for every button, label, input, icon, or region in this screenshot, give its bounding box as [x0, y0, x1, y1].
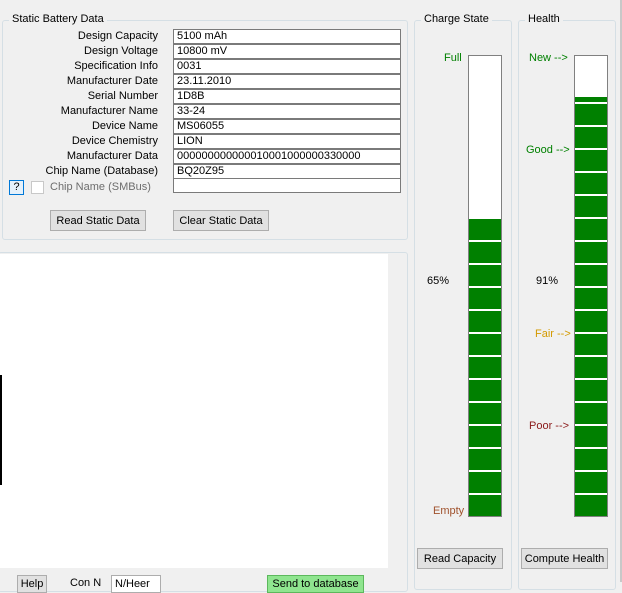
static-data-value: 5100 mAh [173, 29, 401, 44]
read-static-data-button[interactable]: Read Static Data [50, 210, 146, 231]
static-data-value: 000000000000010001000000330000 [173, 149, 401, 164]
static-data-value: 10800 mV [173, 44, 401, 59]
static-battery-data-title: Static Battery Data [9, 13, 107, 25]
send-database-button[interactable]: Send to database [267, 575, 364, 593]
bottom-dropdown[interactable]: N/Heer [111, 575, 161, 593]
charge-gauge-fill [469, 217, 501, 516]
compute-health-button[interactable]: Compute Health [521, 548, 608, 569]
health-new-label: New --> [529, 52, 568, 64]
clear-static-data-button[interactable]: Clear Static Data [173, 210, 269, 231]
static-data-label: Design Voltage [84, 45, 158, 57]
static-data-value: 0031 [173, 59, 401, 74]
log-panel-edge [0, 375, 2, 485]
static-data-label: Manufacturer Date [66, 75, 158, 87]
static-data-label: Device Name [91, 120, 158, 132]
health-poor-label: Poor --> [529, 420, 570, 432]
chip-smbus-label: Chip Name (SMBus) [50, 181, 151, 193]
static-data-value: 1D8B [173, 89, 401, 104]
static-data-row: Device Chemistry LION [3, 134, 403, 149]
log-panel[interactable] [0, 254, 388, 568]
chip-smbus-value [173, 178, 401, 193]
static-data-label: Specification Info [74, 60, 158, 72]
bottom-mid-label: Con N [70, 577, 102, 589]
health-gauge-fill [575, 97, 607, 516]
charge-gauge [468, 55, 502, 517]
health-good-label: Good --> [526, 144, 570, 156]
charge-state-title: Charge State [421, 13, 492, 25]
help-button[interactable]: ? [9, 180, 24, 195]
static-data-label: Manufacturer Data [66, 150, 158, 162]
static-data-row: Design Capacity 5100 mAh [3, 29, 403, 44]
static-data-row: Design Voltage 10800 mV [3, 44, 403, 59]
static-data-value: LION [173, 134, 401, 149]
static-data-label: Chip Name (Database) [45, 165, 159, 177]
static-data-label: Serial Number [87, 90, 158, 102]
static-data-row: Device Name MS06055 [3, 119, 403, 134]
read-capacity-button[interactable]: Read Capacity [417, 548, 503, 569]
static-battery-data-group: Static Battery Data Design Capacity 5100 … [2, 13, 408, 240]
static-data-value: 33-24 [173, 104, 401, 119]
health-percent-label: 91% [536, 275, 559, 287]
charge-empty-label: Empty [433, 505, 465, 517]
charge-percent-label: 65% [427, 275, 450, 287]
health-title: Health [525, 13, 563, 25]
static-data-label: Manufacturer Name [60, 105, 158, 117]
static-data-row: Specification Info 0031 [3, 59, 403, 74]
chip-smbus-checkbox[interactable] [31, 181, 44, 194]
health-fair-label: Fair --> [535, 328, 571, 340]
static-data-row: Serial Number 1D8B [3, 89, 403, 104]
static-data-value: BQ20Z95 [173, 164, 401, 179]
static-data-row: Manufacturer Date 23.11.2010 [3, 74, 403, 89]
static-data-row: Chip Name (Database) BQ20Z95 [3, 164, 403, 179]
help-bottom-button[interactable]: Help [17, 575, 47, 593]
help-label: ? [13, 181, 20, 193]
charge-full-label: Full [444, 52, 462, 64]
static-data-value: 23.11.2010 [173, 74, 401, 89]
static-data-value: MS06055 [173, 119, 401, 134]
static-data-row: Manufacturer Data 00000000000001000100000… [3, 149, 403, 164]
health-gauge [574, 55, 608, 517]
static-data-label: Device Chemistry [71, 135, 158, 147]
static-data-row: Manufacturer Name 33-24 [3, 104, 403, 119]
static-data-label: Design Capacity [77, 30, 158, 42]
